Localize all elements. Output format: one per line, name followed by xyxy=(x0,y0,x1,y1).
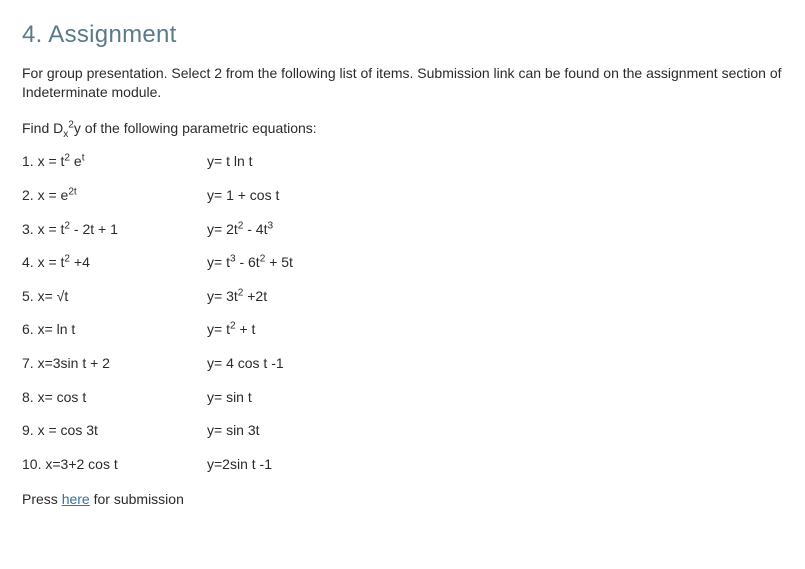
list-item: 1. x = t2 et y= t ln t xyxy=(22,152,787,172)
list-item: 5. x= √t y= 3t2 +2t xyxy=(22,287,787,307)
item-x: 6. x= ln t xyxy=(22,320,207,340)
item-y: y= 1 + cos t xyxy=(207,186,787,206)
x-sup2: t xyxy=(82,153,85,164)
y-mid: +2t xyxy=(243,288,267,304)
y-mid: - 6t xyxy=(236,254,260,270)
item-x: 9. x = cos 3t xyxy=(22,421,207,441)
page-title: 4. Assignment xyxy=(22,18,787,52)
press-prefix: Press xyxy=(22,491,62,507)
list-item: 7. x=3sin t + 2 y= 4 cos t -1 xyxy=(22,354,787,374)
x-sup1: 2t xyxy=(68,186,76,197)
x-pre: x = cos 3t xyxy=(34,422,98,438)
y-pre: y= 2t xyxy=(207,221,238,237)
item-y: y= sin t xyxy=(207,388,787,408)
instr-mid: y of the following parametric equations: xyxy=(74,120,317,136)
item-num: 5. xyxy=(22,288,34,304)
y-mid: - 4t xyxy=(243,221,267,237)
item-num: 3. xyxy=(22,221,34,237)
list-item: 9. x = cos 3t y= sin 3t xyxy=(22,421,787,441)
list-item: 2. x = e2t y= 1 + cos t xyxy=(22,186,787,206)
x-pre: x= cos t xyxy=(34,389,87,405)
x-pre: x=3+2 cos t xyxy=(41,456,117,472)
item-x: 2. x = e2t xyxy=(22,186,207,206)
item-x: 1. x = t2 et xyxy=(22,152,207,172)
item-y: y= t3 - 6t2 + 5t xyxy=(207,253,787,273)
x-pre: x = t xyxy=(34,254,65,270)
item-x: 3. x = t2 - 2t + 1 xyxy=(22,220,207,240)
y-pre: y= t xyxy=(207,321,230,337)
list-item: 8. x= cos t y= sin t xyxy=(22,388,787,408)
item-num: 2. xyxy=(22,187,34,203)
item-y: y= 2t2 - 4t3 xyxy=(207,220,787,240)
x-pre: x = t xyxy=(34,153,65,169)
item-y: y= 3t2 +2t xyxy=(207,287,787,307)
item-num: 9. xyxy=(22,422,34,438)
x-pre: x = t xyxy=(34,221,65,237)
item-num: 6. xyxy=(22,321,34,337)
item-num: 7. xyxy=(22,355,34,371)
item-y: y=2sin t -1 xyxy=(207,455,787,475)
list-item: 4. x = t2 +4 y= t3 - 6t2 + 5t xyxy=(22,253,787,273)
item-num: 10. xyxy=(22,456,41,472)
list-item: 6. x= ln t y= t2 + t xyxy=(22,320,787,340)
item-y: y= t2 + t xyxy=(207,320,787,340)
x-pre: x=3sin t + 2 xyxy=(34,355,110,371)
y-pre: y= 3t xyxy=(207,288,238,304)
x-mid: - 2t + 1 xyxy=(70,221,118,237)
intro-text: For group presentation. Select 2 from th… xyxy=(22,64,787,103)
x-pre: x= √t xyxy=(34,288,69,304)
item-num: 8. xyxy=(22,389,34,405)
x-pre: x = e xyxy=(34,187,69,203)
item-y: y= 4 cos t -1 xyxy=(207,354,787,374)
list-item: 3. x = t2 - 2t + 1 y= 2t2 - 4t3 xyxy=(22,220,787,240)
instruction-text: Find Dx2y of the following parametric eq… xyxy=(22,119,787,139)
item-x: 10. x=3+2 cos t xyxy=(22,455,207,475)
item-list: 1. x = t2 et y= t ln t 2. x = e2t y= 1 +… xyxy=(22,152,787,474)
submission-line: Press here for submission xyxy=(22,490,787,510)
instr-prefix: Find D xyxy=(22,120,63,136)
y-mid: + t xyxy=(236,321,256,337)
x-mid: e xyxy=(70,153,82,169)
item-x: 7. x=3sin t + 2 xyxy=(22,354,207,374)
item-num: 1. xyxy=(22,153,34,169)
list-item: 10. x=3+2 cos t y=2sin t -1 xyxy=(22,455,787,475)
item-y: y= t ln t xyxy=(207,152,787,172)
x-pre: x= ln t xyxy=(34,321,76,337)
press-suffix: for submission xyxy=(90,491,184,507)
y-pre: y= t xyxy=(207,254,230,270)
instr-sub: x xyxy=(63,129,68,140)
item-x: 4. x = t2 +4 xyxy=(22,253,207,273)
y-post: + 5t xyxy=(265,254,293,270)
item-x: 8. x= cos t xyxy=(22,388,207,408)
submission-link[interactable]: here xyxy=(62,491,90,507)
item-y: y= sin 3t xyxy=(207,421,787,441)
item-x: 5. x= √t xyxy=(22,287,207,307)
item-num: 4. xyxy=(22,254,34,270)
y-sup2: 3 xyxy=(267,220,273,231)
x-mid: +4 xyxy=(70,254,90,270)
